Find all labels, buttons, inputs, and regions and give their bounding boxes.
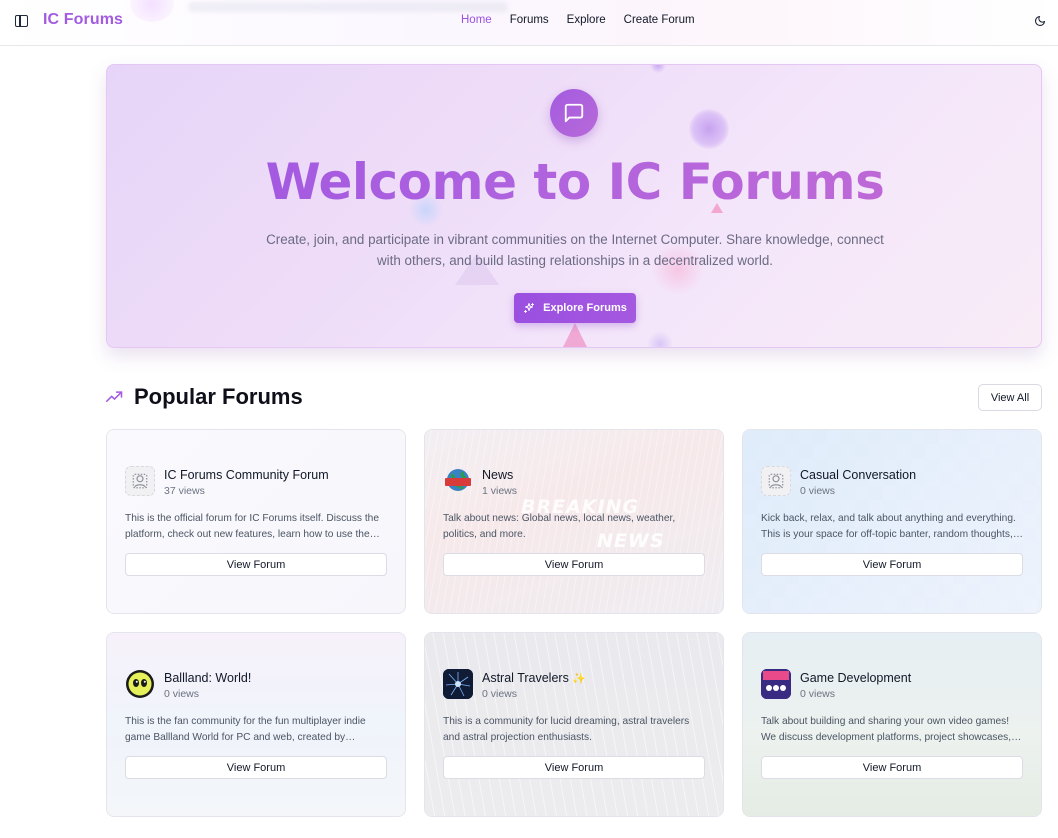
forum-description: Kick back, relax, and talk about anythin… xyxy=(761,513,1016,540)
nav-forums[interactable]: Forums xyxy=(510,14,549,26)
decor-orb xyxy=(689,109,729,149)
nav-explore[interactable]: Explore xyxy=(567,14,606,26)
forum-logo-icon xyxy=(761,466,791,496)
forum-logo-icon xyxy=(125,466,155,496)
forum-card[interactable]: Casual Conversation 0 views Kick back, r… xyxy=(742,429,1042,614)
blurred-background-blob xyxy=(130,0,174,22)
main-nav: Home Forums Explore Create Forum xyxy=(461,14,713,26)
gamepad-icon xyxy=(761,669,791,699)
sparkles-icon xyxy=(524,303,535,313)
forum-name: IC Forums Community Forum xyxy=(164,468,329,482)
nav-create-forum[interactable]: Create Forum xyxy=(624,14,695,26)
view-forum-button[interactable]: View Forum xyxy=(125,756,387,779)
forum-name: Game Development xyxy=(800,671,912,685)
astral-icon xyxy=(443,669,473,699)
forum-description: Talk about news: Global news, local news… xyxy=(443,513,676,540)
decor-orb xyxy=(647,331,673,347)
explore-forums-button[interactable]: Explore Forums xyxy=(514,293,636,323)
sparkle-emoji: ✨ xyxy=(572,673,587,685)
forum-description: This is a community for lucid dreaming, … xyxy=(443,716,690,743)
forum-views: 0 views xyxy=(164,688,200,700)
forum-description: This is the official forum for IC Forums… xyxy=(125,513,380,540)
decor-triangle xyxy=(563,323,587,347)
sidebar-icon[interactable] xyxy=(15,15,28,27)
forum-card[interactable]: Astral Travelers ✨ 0 views This is a com… xyxy=(424,632,724,817)
hero-title: Welcome to IC Forums xyxy=(107,153,1041,211)
forum-name: Astral Travelers ✨ xyxy=(482,671,586,685)
section-title: Popular Forums xyxy=(134,384,303,409)
nav-home[interactable]: Home xyxy=(461,14,492,26)
forum-views: 37 views xyxy=(164,485,205,497)
view-forum-button[interactable]: View Forum xyxy=(761,553,1023,576)
view-all-button[interactable]: View All xyxy=(978,384,1042,411)
forum-card[interactable]: Ballland: World! 0 views This is the fan… xyxy=(106,632,406,817)
trending-up-icon xyxy=(106,391,123,402)
hero-banner: Welcome to IC Forums Create, join, and p… xyxy=(106,64,1042,348)
forum-card[interactable]: BREAKING NEWS News 1 views Talk about ne… xyxy=(424,429,724,614)
forum-description: This is the fan community for the fun mu… xyxy=(125,716,366,743)
message-square-icon xyxy=(550,89,598,137)
forum-description: Talk about building and sharing your own… xyxy=(761,716,1012,743)
forum-views: 1 views xyxy=(482,485,518,497)
view-forum-button[interactable]: View Forum xyxy=(443,756,705,779)
view-forum-button[interactable]: View Forum xyxy=(761,756,1023,779)
forum-name: Ballland: World! xyxy=(164,671,252,685)
forum-views: 0 views xyxy=(800,688,836,700)
explore-forums-label: Explore Forums xyxy=(543,302,627,314)
forum-name: Casual Conversation xyxy=(800,468,917,482)
forum-card[interactable]: Game Development 0 views Talk about buil… xyxy=(742,632,1042,817)
forum-card[interactable]: IC Forums Community Forum 37 views This … xyxy=(106,429,406,614)
moon-icon[interactable] xyxy=(1034,15,1046,27)
forum-views: 0 views xyxy=(800,485,836,497)
brand-logo[interactable]: IC Forums xyxy=(43,11,123,29)
forum-views: 0 views xyxy=(482,688,518,700)
forum-name-text: Astral Travelers xyxy=(482,671,569,685)
ball-face-icon xyxy=(125,669,155,699)
view-forum-button[interactable]: View Forum xyxy=(443,553,705,576)
news-globe-icon xyxy=(443,466,473,496)
decor-orb xyxy=(650,65,666,73)
top-navbar: IC Forums Home Forums Explore Create For… xyxy=(0,0,1058,46)
hero-subtitle: Create, join, and participate in vibrant… xyxy=(266,232,884,268)
forum-name: News xyxy=(482,468,514,482)
blurred-background-text xyxy=(188,2,508,12)
view-forum-button[interactable]: View Forum xyxy=(125,553,387,576)
